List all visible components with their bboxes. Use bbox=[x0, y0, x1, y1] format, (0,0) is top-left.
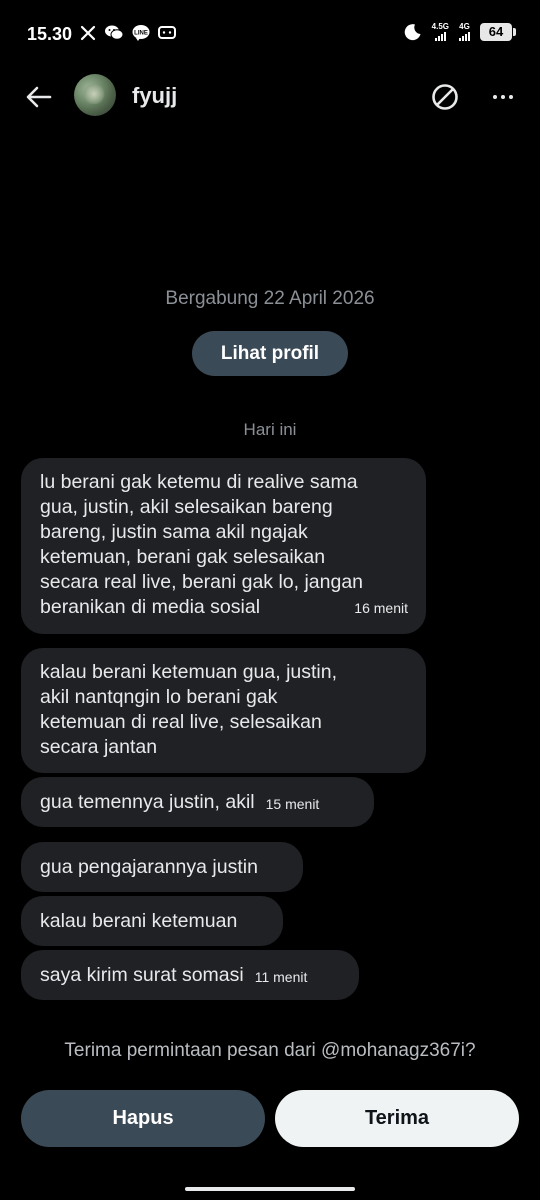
message-time: 15 menit bbox=[265, 795, 320, 812]
message-text: lu berani gak ketemu di realive sama gua… bbox=[40, 471, 364, 618]
more-dot-icon bbox=[509, 95, 513, 99]
message-time: 11 menit bbox=[254, 968, 308, 985]
network-label-2: 4G bbox=[459, 22, 470, 31]
svg-text:LINE: LINE bbox=[134, 31, 148, 37]
home-indicator[interactable] bbox=[185, 1187, 355, 1191]
arrow-left-icon bbox=[26, 86, 52, 108]
moon-icon bbox=[404, 23, 421, 40]
username[interactable]: fyujj bbox=[132, 83, 177, 109]
status-bar: 15.30 LINE 4.5G 4G 64 bbox=[0, 0, 540, 68]
more-dot-icon bbox=[501, 95, 505, 99]
message-text: kalau berani ketemuan bbox=[40, 909, 238, 932]
message-bubble[interactable]: kalau berani ketemuan bbox=[21, 896, 283, 946]
message-text: gua temennya justin, akil bbox=[40, 790, 255, 813]
battery-icon: 64 bbox=[480, 22, 516, 41]
back-button[interactable] bbox=[22, 80, 56, 114]
signal-4-5g-icon: 4.5G bbox=[432, 22, 449, 41]
message-text: saya kirim surat somasi bbox=[40, 963, 244, 986]
block-icon bbox=[432, 84, 458, 110]
block-button[interactable] bbox=[430, 82, 460, 112]
message-bubble[interactable]: gua temennya justin, akil 15 menit bbox=[21, 777, 374, 827]
message-time: 16 menit bbox=[354, 600, 408, 616]
day-separator: Hari ini bbox=[243, 420, 297, 439]
system-icons: 4.5G 4G 64 bbox=[404, 22, 516, 41]
message-bubble[interactable]: lu berani gak ketemu di realive sama gua… bbox=[21, 458, 426, 634]
message-text: kalau berani ketemuan gua, justin, akil … bbox=[40, 661, 338, 758]
joined-date: Bergabung 22 April 2026 bbox=[165, 288, 375, 309]
message-bubble[interactable]: saya kirim surat somasi 11 menit bbox=[21, 950, 359, 1000]
message-bubble[interactable]: kalau berani ketemuan gua, justin, akil … bbox=[21, 648, 426, 773]
status-time: 15.30 bbox=[27, 24, 73, 44]
message-request-prompt: Terima permintaan pesan dari @mohanagz36… bbox=[64, 1040, 476, 1061]
line-icon: LINE bbox=[132, 25, 150, 41]
wechat-icon bbox=[105, 25, 124, 40]
x-logo-icon bbox=[80, 25, 96, 40]
conversation-header: fyujj bbox=[0, 68, 540, 128]
more-options-button[interactable] bbox=[486, 82, 520, 112]
accept-button[interactable]: Terima bbox=[275, 1090, 519, 1147]
network-label-1: 4.5G bbox=[431, 22, 449, 31]
view-profile-button[interactable]: Lihat profil bbox=[192, 331, 348, 376]
message-text: gua pengajarannya justin bbox=[40, 855, 258, 878]
avatar[interactable] bbox=[74, 74, 116, 116]
signal-4g-icon: 4G bbox=[459, 22, 470, 41]
delete-button[interactable]: Hapus bbox=[21, 1090, 265, 1147]
message-icon bbox=[158, 25, 176, 39]
message-bubble[interactable]: gua pengajarannya justin bbox=[21, 842, 303, 892]
notification-icons: LINE bbox=[80, 24, 176, 41]
more-dot-icon bbox=[493, 95, 497, 99]
